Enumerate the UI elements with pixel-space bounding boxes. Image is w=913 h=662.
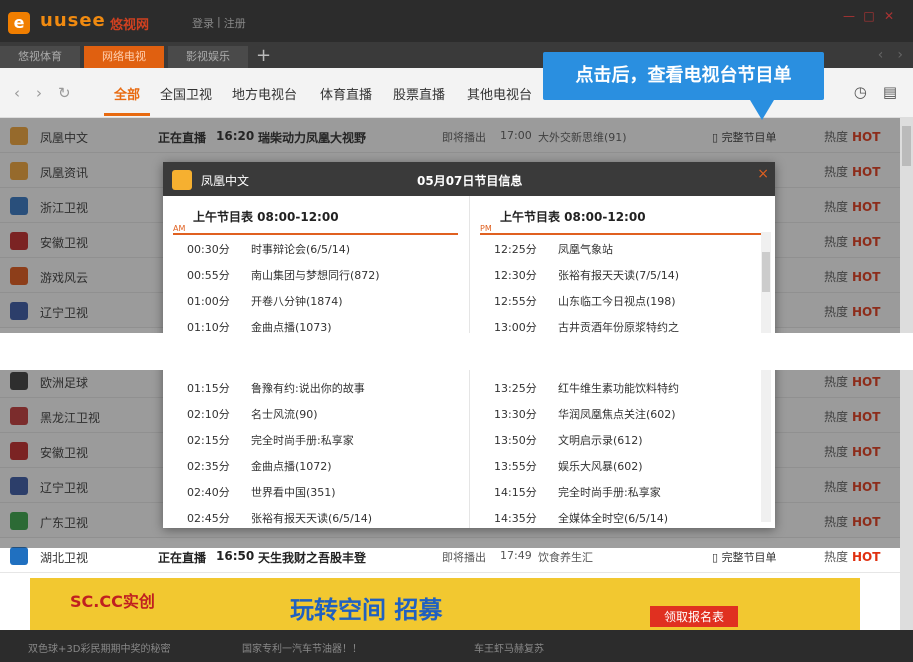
popup-header: 凤凰中文 05月07日节目信息 × <box>163 162 775 196</box>
program-item: 13:25分 红牛维生素功能饮料特约 <box>494 382 679 395</box>
column-divider <box>173 233 458 235</box>
tooltip-pointer <box>750 100 774 120</box>
program-item: 02:40分 世界看中国(351) <box>187 486 336 499</box>
live-label: 正在直播 <box>158 551 207 565</box>
login-link[interactable]: 登录 <box>192 15 214 31</box>
tab-nav: ‹ › <box>878 47 903 63</box>
footer-link[interactable]: 国家专利一汽车节油器！！ <box>242 640 362 655</box>
program-item: 12:30分 张裕有报天天读(7/5/14) <box>494 269 679 282</box>
scrollbar-thumb[interactable] <box>902 126 911 166</box>
column-header: 上午节目表 08:00-12:00 <box>193 210 339 224</box>
separator: | <box>217 15 221 28</box>
add-tab-button[interactable]: + <box>256 45 271 66</box>
program-item: 14:35分 全媒体全时空(6/5/14) <box>494 512 668 525</box>
minimize-icon[interactable]: — <box>843 10 855 22</box>
program-item: 13:50分 文明启示录(612) <box>494 434 643 447</box>
list-scrollbar[interactable] <box>900 118 913 630</box>
banner-cta[interactable]: 领取报名表 <box>650 606 739 627</box>
refresh-icon[interactable]: ↻ <box>58 84 71 102</box>
forward-icon[interactable]: › <box>36 84 42 102</box>
program-item: 14:15分 完全时尚手册:私享家 <box>494 486 661 499</box>
next-program: 饮食养生汇 <box>538 551 593 564</box>
program-item: 02:10分 名士风流(90) <box>187 408 318 421</box>
category-sports[interactable]: 体育直播 <box>320 84 372 103</box>
program-item: 01:15分 鲁豫有约:说出你的故事 <box>187 382 365 395</box>
popup-title: 05月07日节目信息 <box>417 174 523 188</box>
popup-scrollbar-thumb[interactable] <box>762 252 770 292</box>
history-icon[interactable]: ◷ <box>854 83 867 101</box>
program-item: 01:00分 开卷八分钟(1874) <box>187 295 343 308</box>
program-item: 02:35分 金曲点播(1072) <box>187 460 332 473</box>
category-all[interactable]: 全部 <box>114 84 140 103</box>
program-item: 12:25分 凤凰气象站 <box>494 243 613 256</box>
channel-name: 湖北卫视 <box>40 551 89 565</box>
maximize-icon[interactable]: □ <box>863 10 875 22</box>
program-item: 13:30分 华润凤凰焦点关注(602) <box>494 408 676 421</box>
am-tag: AM <box>173 224 186 233</box>
tab-sports[interactable]: 悠视体育 <box>0 46 80 68</box>
banner-brand: SC.CC实创 <box>70 592 155 611</box>
next-time: 17:49 <box>500 549 532 562</box>
footer-link[interactable]: 车王虾马赫复苏 <box>474 640 544 655</box>
program-item: 12:55分 山东临工今日视点(198) <box>494 295 676 308</box>
back-icon[interactable]: ‹ <box>14 84 20 102</box>
pm-tag: PM <box>480 224 492 233</box>
list-icon[interactable]: ▤ <box>883 83 897 101</box>
image-gap <box>0 333 913 370</box>
next-label: 即将播出 <box>442 551 486 564</box>
login-links: 登录 | 注册 <box>192 15 246 31</box>
category-local[interactable]: 地方电视台 <box>232 84 297 103</box>
footer-link[interactable]: 双色球+3D彩民期期中奖的秘密 <box>28 640 170 655</box>
category-national[interactable]: 全国卫视 <box>160 84 212 103</box>
tab-prev-icon[interactable]: ‹ <box>878 47 884 63</box>
column-divider <box>480 233 765 235</box>
active-category-underline <box>104 113 150 116</box>
phoenix-logo-icon <box>172 170 192 190</box>
nav-arrows: ‹ › ↻ <box>14 84 71 102</box>
app-logo-icon: e <box>8 12 30 34</box>
app-logo-text: uusee <box>40 10 106 31</box>
tab-movies[interactable]: 影视娱乐 <box>168 46 248 68</box>
popup-scrollbar[interactable] <box>761 232 771 522</box>
window-controls: — □ ✕ <box>843 10 895 22</box>
channel-logo-icon <box>10 547 28 565</box>
program-item: 13:55分 娱乐大风暴(602) <box>494 460 643 473</box>
program-item: 02:45分 张裕有报天天读(6/5/14) <box>187 512 372 525</box>
category-stocks[interactable]: 股票直播 <box>393 84 445 103</box>
column-header: 上午节目表 08:00-12:00 <box>500 210 646 224</box>
tab-next-icon[interactable]: › <box>897 47 903 63</box>
app-logo-cn: 悠视网 <box>110 18 150 33</box>
full-schedule-button[interactable]: ▯ 完整节目单 <box>712 549 777 565</box>
hint-tooltip: 点击后，查看电视台节目单 <box>543 52 824 100</box>
nav-right-icons: ◷ ▤ <box>854 83 897 101</box>
category-other[interactable]: 其他电视台 <box>467 84 532 103</box>
banner-headline: 玩转空间 招募 <box>290 596 443 624</box>
register-link[interactable]: 注册 <box>224 15 246 31</box>
live-time: 16:50 <box>216 549 255 563</box>
program-item: 02:15分 完全时尚手册:私享家 <box>187 434 354 447</box>
close-icon[interactable]: ✕ <box>883 10 895 22</box>
program-item: 00:30分 时事辩论会(6/5/14) <box>187 243 350 256</box>
footer-bar: 双色球+3D彩民期期中奖的秘密 国家专利一汽车节油器！！ 车王虾马赫复苏 <box>0 630 913 662</box>
banner-ad[interactable]: SC.CC实创 玩转空间 招募 领取报名表 <box>30 578 860 630</box>
tab-network-tv[interactable]: 网络电视 <box>84 46 164 68</box>
hot-badge: 热度 HOT <box>824 550 881 564</box>
live-program: 天生我财之吾股丰登 <box>258 551 367 565</box>
popup-channel-name: 凤凰中文 <box>201 174 250 188</box>
program-item: 00:55分 南山集团与梦想同行(872) <box>187 269 380 282</box>
popup-close-icon[interactable]: × <box>757 166 769 182</box>
